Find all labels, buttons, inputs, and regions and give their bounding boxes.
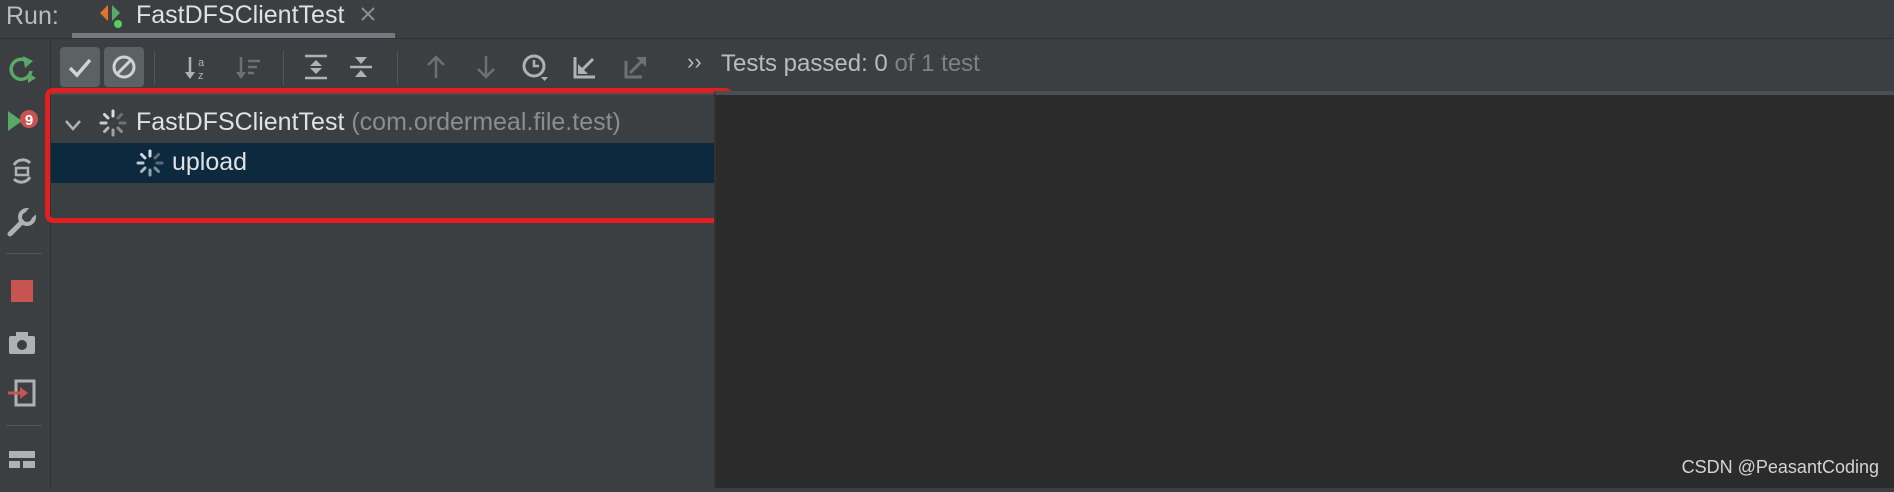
arrow-down-icon — [477, 56, 495, 79]
toolbar-separator — [397, 51, 398, 85]
expand-all-button[interactable] — [296, 47, 336, 87]
running-spinner-icon — [99, 109, 127, 137]
passed-count: 0 — [874, 50, 888, 77]
test-class-name: FastDFSClientTest — [136, 108, 345, 136]
left-toolbar: 9 — [0, 39, 51, 488]
layout-icon[interactable] — [6, 443, 38, 475]
ignored-icon — [112, 55, 136, 79]
running-spinner-icon — [136, 149, 164, 177]
run-tab-bar: Run: FastDFSClientTest — [0, 0, 1894, 39]
screenshot-camera-icon[interactable] — [6, 327, 38, 359]
tree-child-row[interactable]: upload — [51, 143, 714, 183]
toggle-auto-test-icon[interactable] — [6, 155, 38, 187]
check-icon — [68, 58, 92, 78]
collapse-all-icon — [350, 57, 372, 77]
status-prefix: Tests passed: — [721, 50, 875, 77]
sort-alphabetically-button[interactable]: a z — [177, 47, 217, 87]
arrow-up-icon — [427, 55, 445, 78]
next-failed-test-button[interactable] — [466, 47, 506, 87]
rerun-icon[interactable] — [6, 53, 38, 85]
test-history-button[interactable] — [515, 47, 555, 87]
close-icon[interactable] — [358, 4, 378, 24]
history-clock-icon — [522, 54, 548, 81]
stop-icon[interactable] — [6, 275, 38, 307]
toolbar-separator — [283, 51, 284, 85]
test-method-name: upload — [172, 148, 248, 176]
sort-duration-icon — [236, 57, 260, 79]
collapse-all-button[interactable] — [341, 47, 381, 87]
chevron-down-icon[interactable] — [63, 115, 83, 135]
run-tab-title: FastDFSClientTest — [136, 1, 345, 29]
more-actions-chevron[interactable]: ›› — [687, 49, 702, 75]
svg-text:9: 9 — [25, 112, 33, 129]
test-runner-toolbar: a z ›› Tests passed: 0 of 1 test — [51, 39, 1894, 91]
import-tests-icon[interactable] — [6, 377, 38, 409]
expand-all-icon — [305, 54, 327, 80]
test-status-text: Tests passed: 0 of 1 test — [721, 50, 980, 78]
svg-text:z: z — [198, 70, 204, 81]
toolbar-separator — [6, 425, 42, 426]
import-results-icon — [573, 57, 595, 79]
sort-alpha-icon: a z — [185, 57, 205, 81]
test-tree-panel: FastDFSClientTest (com.ordermeal.file.te… — [51, 91, 714, 492]
toolbar-separator — [154, 51, 155, 85]
export-results-icon — [624, 57, 646, 79]
svg-text:a: a — [198, 57, 205, 69]
sort-by-duration-button[interactable] — [228, 47, 268, 87]
watermark: CSDN @PeasantCoding — [1681, 457, 1879, 477]
tree-root-label: FastDFSClientTest (com.ordermeal.file.te… — [136, 108, 621, 137]
active-tab-underline — [72, 33, 395, 38]
import-test-results-button[interactable] — [565, 47, 605, 87]
settings-wrench-icon[interactable] — [6, 206, 38, 238]
test-class-package: (com.ordermeal.file.test) — [351, 108, 621, 136]
toolbar-separator — [6, 253, 42, 254]
export-test-results-button[interactable] — [616, 47, 656, 87]
junit-run-config-icon — [100, 5, 122, 28]
show-passed-button[interactable] — [60, 47, 100, 87]
run-label: Run: — [6, 2, 59, 30]
run-tab[interactable]: FastDFSClientTest — [72, 0, 395, 38]
show-ignored-button[interactable] — [104, 47, 144, 87]
console-output-panel[interactable] — [714, 91, 1894, 488]
rerun-failed-icon[interactable]: 9 — [6, 105, 38, 137]
status-suffix: of 1 test — [887, 50, 980, 77]
tree-root-row[interactable]: FastDFSClientTest (com.ordermeal.file.te… — [51, 103, 714, 143]
previous-failed-test-button[interactable] — [416, 47, 456, 87]
